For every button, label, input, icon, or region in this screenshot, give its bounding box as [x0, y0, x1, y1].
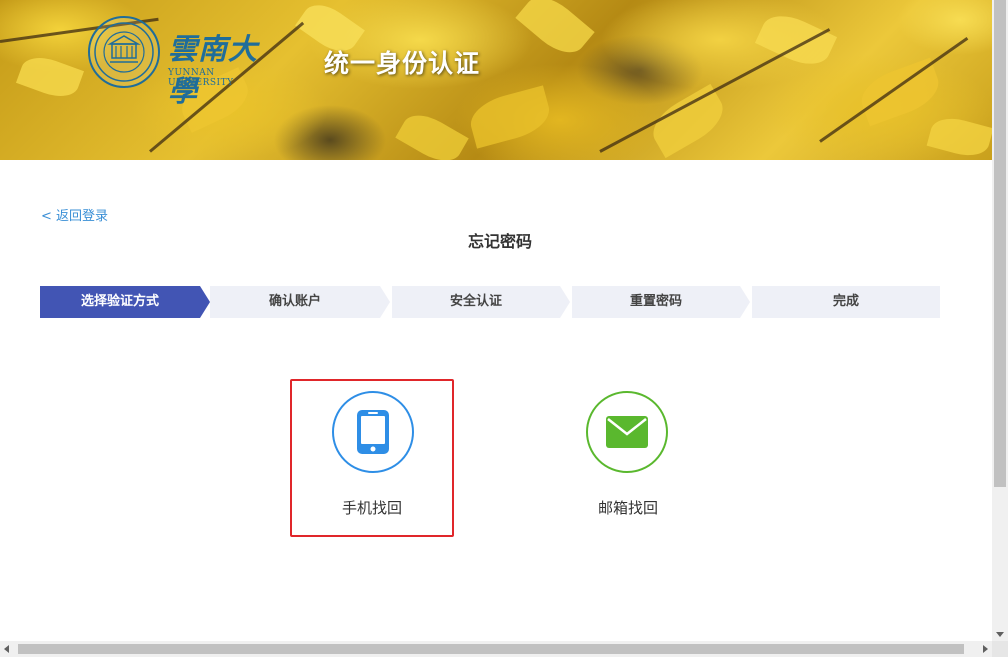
mail-icon [606, 416, 648, 448]
scroll-left-arrow-icon[interactable] [4, 645, 9, 653]
step-label: 安全认证 [449, 294, 502, 309]
phone-recovery-option[interactable]: 手机找回 [290, 379, 454, 537]
step-label: 重置密码 [629, 294, 682, 309]
email-recovery-option[interactable]: 邮箱找回 [546, 381, 710, 539]
university-logo: 雲南大學 YUNNAN UNIVERSITY [88, 16, 273, 108]
email-recovery-label: 邮箱找回 [597, 499, 658, 517]
step-2: 确认账户 [210, 286, 380, 318]
step-3: 安全认证 [392, 286, 560, 318]
phone-icon [357, 410, 389, 454]
step-label: 完成 [832, 294, 859, 309]
step-1: 选择验证方式 [40, 286, 200, 318]
scroll-right-arrow-icon[interactable] [983, 645, 988, 653]
horizontal-scrollbar-thumb[interactable] [18, 644, 964, 654]
phone-recovery-label: 手机找回 [341, 499, 402, 517]
step-2-arrow [380, 286, 390, 318]
page-title: 忘记密码 [467, 232, 532, 251]
logo-english-text: YUNNAN UNIVERSITY [168, 68, 234, 88]
vertical-scrollbar[interactable] [992, 0, 1008, 641]
horizontal-scrollbar[interactable] [0, 641, 992, 657]
banner-title: 统一身份认证 [324, 49, 481, 78]
mail-icon-circle [586, 391, 668, 473]
progress-steps: 选择验证方式 确认账户 安全认证 重置密码 完成 [40, 286, 940, 318]
step-5: 完成 [752, 286, 940, 318]
scroll-down-arrow-icon[interactable] [996, 632, 1004, 637]
vertical-scrollbar-thumb[interactable] [994, 0, 1006, 487]
back-to-login-link[interactable]: < 返回登录 [41, 205, 108, 224]
header-banner: 雲南大學 YUNNAN UNIVERSITY 统一身份认证 [0, 0, 992, 160]
scrollbar-corner [992, 641, 1008, 657]
step-4-arrow [740, 286, 750, 318]
step-label: 选择验证方式 [80, 294, 159, 309]
step-1-arrow [200, 286, 210, 318]
step-4: 重置密码 [572, 286, 740, 318]
university-seal-icon [88, 16, 160, 88]
phone-icon-circle [332, 391, 414, 473]
step-3-arrow [560, 286, 570, 318]
step-label: 确认账户 [268, 294, 321, 309]
